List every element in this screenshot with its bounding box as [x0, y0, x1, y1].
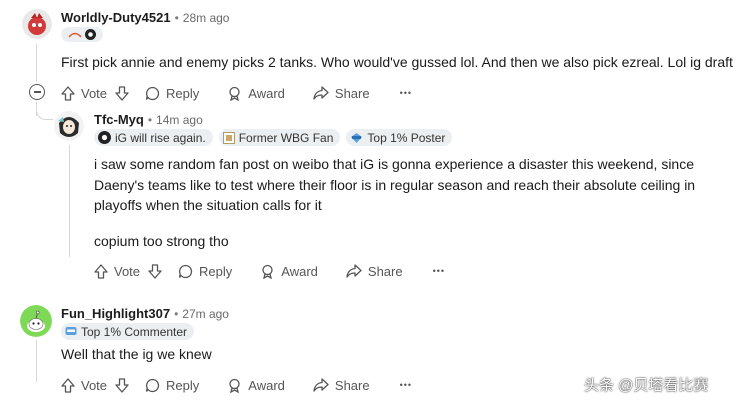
avatar[interactable] [54, 111, 84, 141]
separator: • [147, 112, 153, 127]
award-label: Award [248, 377, 285, 393]
downvote-button[interactable] [115, 377, 129, 393]
share-label: Share [334, 377, 370, 393]
vote-label: Vote [81, 85, 108, 101]
upvote-button[interactable]: Vote [61, 86, 107, 101]
separator: • [174, 10, 179, 25]
award-button[interactable]: Award [260, 264, 318, 279]
watermark: 头条 @贝塔看比赛 [584, 377, 709, 394]
reply-button[interactable]: Reply [145, 86, 199, 101]
upvote-icon [94, 263, 108, 279]
comment-actions: Vote Reply Award Share ••• [61, 84, 412, 102]
award-label: Award [248, 85, 285, 101]
upvote-button[interactable]: Vote [94, 264, 140, 279]
username[interactable]: Worldly-Duty4521 [61, 10, 171, 25]
collapse-thread-button[interactable] [29, 84, 45, 100]
reply-label: Reply [166, 377, 200, 393]
achievement-flair: Top 1% Commenter [61, 323, 195, 340]
thread-line[interactable] [69, 145, 70, 257]
more-options-button[interactable]: ••• [400, 380, 412, 390]
timestamp[interactable]: 27m ago [182, 307, 229, 321]
vote-label: Vote [81, 377, 108, 393]
upvote-icon [61, 85, 75, 101]
downvote-button[interactable] [115, 85, 129, 101]
comment-actions: Vote Reply Award Share ••• [94, 262, 445, 280]
award-icon [229, 378, 240, 393]
share-icon [346, 264, 362, 278]
comment-body: i saw some random fan post on weibo that… [94, 156, 696, 213]
share-icon [313, 86, 329, 100]
top-commenter-icon [65, 327, 77, 335]
award-button[interactable]: Award [227, 378, 285, 393]
ig-logo-icon [85, 29, 96, 40]
upvote-icon [61, 377, 75, 393]
vote-label: Vote [114, 263, 141, 279]
thread-line[interactable] [36, 340, 37, 382]
upvote-button[interactable]: Vote [61, 378, 107, 393]
comment-meta: Worldly-Duty4521 • 28m ago [61, 10, 229, 25]
comment-actions: Vote Reply Award Share ••• [61, 376, 412, 394]
flair-label: Top 1% Commenter [81, 324, 188, 339]
user-flair: iG will rise again. [94, 129, 213, 146]
flair-label: Top 1% Poster [367, 130, 446, 145]
reply-connector-curve [36, 105, 53, 120]
award-icon [229, 86, 240, 101]
reply-icon [178, 264, 193, 278]
reply-icon [145, 378, 160, 392]
thread-line[interactable] [36, 44, 37, 82]
comment-body: First pick annie and enemy picks 2 tanks… [61, 54, 733, 70]
avatar[interactable] [20, 305, 52, 337]
reply-label: Reply [199, 263, 233, 279]
share-icon [313, 378, 329, 392]
reply-button[interactable]: Reply [145, 378, 199, 393]
share-button[interactable]: Share [346, 264, 403, 279]
separator: • [174, 306, 179, 321]
ig-logo-icon [98, 131, 111, 144]
user-flair [61, 27, 103, 42]
top-poster-icon [351, 132, 363, 143]
timestamp[interactable]: 28m ago [183, 11, 230, 25]
flair-label: iG will rise again. [115, 130, 206, 145]
more-options-button[interactable]: ••• [400, 88, 412, 98]
downvote-button[interactable] [148, 263, 162, 279]
comment-body: Well that the ig we knew [61, 346, 212, 362]
comment-body-paragraph: copium too strong tho [94, 233, 229, 249]
reply-icon [145, 86, 160, 100]
timestamp[interactable]: 14m ago [156, 113, 203, 127]
share-label: Share [334, 85, 370, 101]
comment-meta: Fun_Highlight307 • 27m ago [61, 306, 229, 321]
team-logo-icon [68, 32, 82, 38]
share-label: Share [367, 263, 403, 279]
user-flairs: Top 1% Commenter [61, 323, 195, 342]
user-flair: Former WBG Fan [218, 129, 341, 146]
share-button[interactable]: Share [313, 378, 370, 393]
reply-label: Reply [166, 85, 200, 101]
achievement-flair: Top 1% Poster [346, 129, 453, 146]
reply-button[interactable]: Reply [178, 264, 232, 279]
flair-label: Former WBG Fan [238, 130, 334, 145]
avatar[interactable] [22, 9, 52, 39]
downvote-icon [148, 263, 162, 279]
more-options-button[interactable]: ••• [433, 266, 445, 276]
user-flairs: iG will rise again. Former WBG Fan Top 1… [94, 129, 453, 146]
share-button[interactable]: Share [313, 86, 370, 101]
wbg-logo-icon [222, 131, 235, 144]
award-button[interactable]: Award [227, 86, 285, 101]
downvote-icon [115, 85, 129, 101]
award-label: Award [281, 263, 318, 279]
award-icon [262, 264, 273, 279]
downvote-icon [115, 377, 129, 393]
username[interactable]: Fun_Highlight307 [61, 306, 170, 321]
username[interactable]: Tfc-Myq [94, 112, 144, 127]
comment-meta: Tfc-Myq • 14m ago [94, 112, 203, 127]
